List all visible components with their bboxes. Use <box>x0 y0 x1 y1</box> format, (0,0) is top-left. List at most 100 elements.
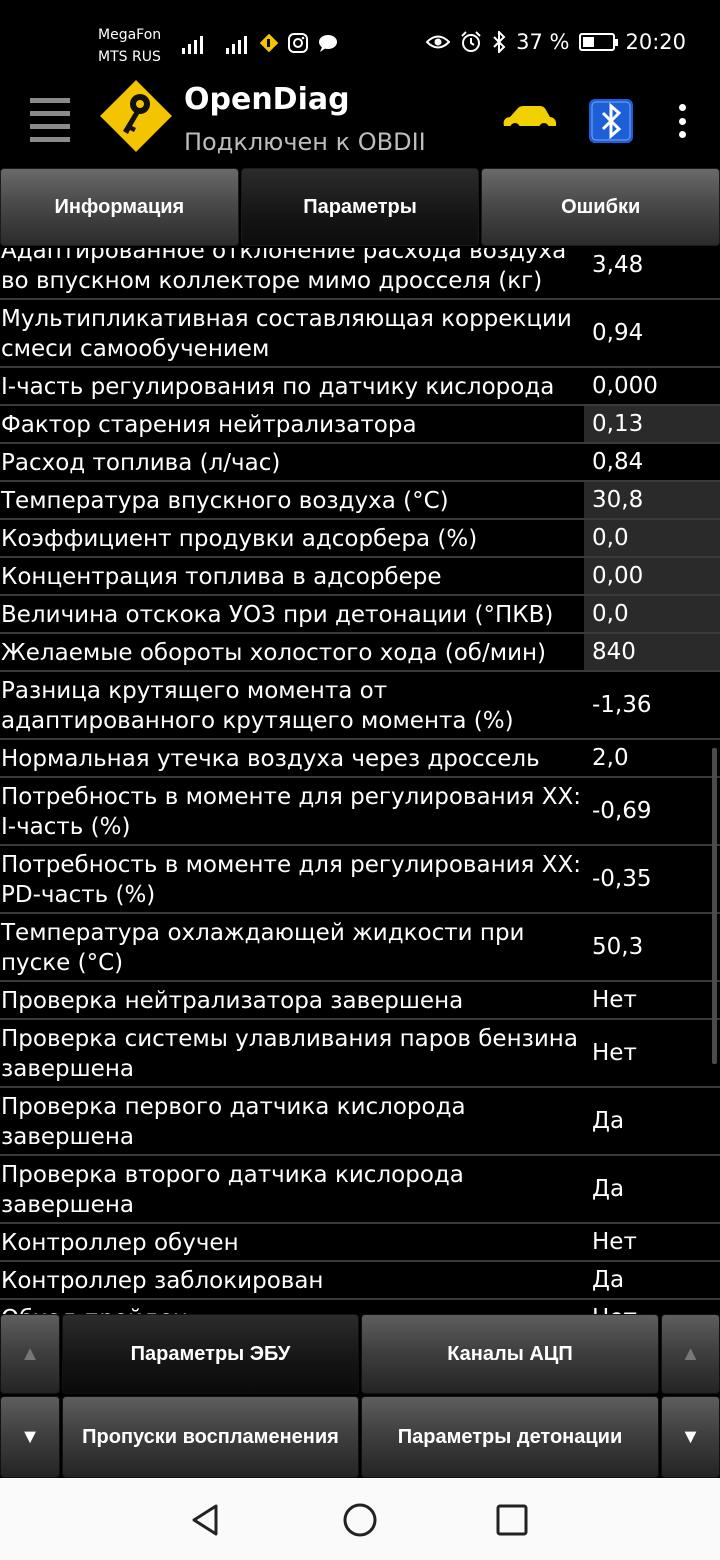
parameter-value: 0,0 <box>584 520 720 556</box>
home-icon[interactable] <box>342 1502 378 1538</box>
connection-status: Подключен к OBDII <box>184 128 426 156</box>
parameter-value: 0,000 <box>592 373 658 399</box>
table-row[interactable]: Температура охлаждающей жидкости при пус… <box>0 914 720 982</box>
parameter-value: 3,48 <box>592 252 644 278</box>
table-row[interactable]: Коэффициент продувки адсорбера (%) 0,0 <box>0 520 720 558</box>
tab-errors[interactable]: Ошибки <box>481 168 720 246</box>
parameter-name: Контроллер заблокирован <box>1 1268 324 1294</box>
table-row[interactable]: I-часть регулирования по датчику кислоро… <box>0 368 720 406</box>
app-title: OpenDiag <box>184 82 350 117</box>
table-row[interactable]: Фактор старения нейтрализатора 0,13 <box>0 406 720 444</box>
adc-channels-button[interactable]: Каналы АЦП <box>361 1314 659 1394</box>
parameter-name: Фактор старения нейтрализатора <box>1 412 417 438</box>
battery-fill <box>583 37 594 47</box>
table-row[interactable]: Контроллер обучен Нет <box>0 1224 720 1262</box>
menu-icon[interactable] <box>30 98 70 142</box>
parameter-value: -0,69 <box>592 798 652 824</box>
down-arrow-icon: ▼ <box>680 1425 701 1448</box>
parameter-value: 0,00 <box>584 558 720 594</box>
back-icon[interactable] <box>188 1502 224 1538</box>
parameter-value: 2,0 <box>592 745 629 771</box>
bluetooth-icon <box>493 31 506 53</box>
clock: 20:20 <box>625 30 686 54</box>
parameter-value: 0,94 <box>592 320 644 346</box>
parameter-list-content: Адаптированное отклонение расхода воздух… <box>0 248 720 1314</box>
chat-icon <box>319 35 337 52</box>
table-row[interactable]: Температура впускного воздуха (°C) 30,8 <box>0 482 720 520</box>
carrier-2: MTS RUS <box>98 49 161 65</box>
misfires-button[interactable]: Пропуски воспламенения <box>62 1396 359 1478</box>
parameter-list[interactable]: Адаптированное отклонение расхода воздух… <box>0 248 720 1314</box>
overflow-menu-icon[interactable] <box>676 104 688 138</box>
parameter-name: Проверка нейтрализатора завершена <box>1 988 464 1014</box>
parameter-value: 840 <box>584 634 720 670</box>
parameter-value: 30,8 <box>584 482 720 518</box>
parameter-value: Да <box>592 1108 625 1134</box>
parameter-name: Проверка первого датчика кислорода завер… <box>1 1094 466 1150</box>
parameter-value: Да <box>592 1176 625 1202</box>
instagram-icon <box>288 33 308 53</box>
recents-icon[interactable] <box>494 1502 530 1538</box>
parameter-value: Нет <box>592 987 637 1013</box>
down-arrow-icon: ▼ <box>20 1425 40 1448</box>
alarm-icon <box>461 31 481 52</box>
carrier-info: MegaFon MTS RUS <box>98 24 161 68</box>
table-row[interactable]: Потребность в моменте для регулирования … <box>0 846 720 914</box>
opendiag-logo <box>96 76 176 156</box>
scroll-up-left-button[interactable]: ▲ <box>0 1314 60 1394</box>
parameter-name: Обход пройден <box>0 1300 584 1314</box>
parameter-name: Потребность в моменте для регулирования … <box>1 784 581 840</box>
parameter-value: 0,13 <box>584 406 720 442</box>
table-row[interactable]: Мультипликативная составляющая коррекции… <box>0 300 720 368</box>
table-row[interactable]: Проверка первого датчика кислорода завер… <box>0 1088 720 1156</box>
table-row[interactable]: Проверка нейтрализатора завершена Нет <box>0 982 720 1020</box>
scrollbar[interactable] <box>712 748 717 1064</box>
bottom-buttons: ▲ Параметры ЭБУ Каналы АЦП ▲ ▼ Пропуски … <box>0 1314 720 1478</box>
signal-icon <box>226 32 247 54</box>
parameter-name: Мультипликативная составляющая коррекции… <box>1 306 572 362</box>
table-row[interactable]: Контроллер заблокирован Да <box>0 1262 720 1300</box>
table-row[interactable]: Нормальная утечка воздуха через дроссель… <box>0 740 720 778</box>
battery-percent: 37 % <box>516 30 570 54</box>
parameter-name: I-часть регулирования по датчику кислоро… <box>1 374 555 400</box>
parameter-name: Концентрация топлива в адсорбере <box>1 564 442 590</box>
ecu-params-button[interactable]: Параметры ЭБУ <box>62 1314 359 1394</box>
parameter-name: Контроллер обучен <box>1 1230 239 1256</box>
table-row[interactable]: Проверка второго датчика кислорода завер… <box>0 1156 720 1224</box>
parameter-value: Нет <box>592 1229 637 1255</box>
up-arrow-icon: ▲ <box>680 1342 701 1365</box>
scroll-down-left-button[interactable]: ▼ <box>0 1396 60 1478</box>
table-row[interactable]: Желаемые обороты холостого хода (об/мин)… <box>0 634 720 672</box>
parameter-value: -0,35 <box>592 866 652 892</box>
parameter-value: Нет <box>592 1040 637 1066</box>
table-row[interactable]: Разница крутящего момента от адаптирован… <box>0 672 720 740</box>
carrier-1: MegaFon <box>98 27 162 43</box>
table-row[interactable]: Адаптированное отклонение расхода воздух… <box>0 248 720 300</box>
parameter-name: Температура впускного воздуха (°C) <box>1 488 449 514</box>
status-right: 37 % 20:20 <box>426 30 686 54</box>
tab-info[interactable]: Информация <box>0 168 239 246</box>
parameter-name: Величина отскока УОЗ при детонации (°ПКВ… <box>1 602 554 628</box>
parameter-name: Разница крутящего момента от адаптирован… <box>1 678 514 734</box>
parameter-value: 0,84 <box>592 449 644 475</box>
table-row[interactable]: Обход пройденНет <box>0 1300 720 1314</box>
bluetooth-connection-icon[interactable] <box>588 98 634 144</box>
parameter-value: 0,0 <box>584 596 720 632</box>
main-tabs: Информация Параметры Ошибки <box>0 168 720 248</box>
scroll-up-right-button[interactable]: ▲ <box>661 1314 720 1394</box>
parameter-name: Желаемые обороты холостого хода (об/мин) <box>1 640 547 666</box>
table-row[interactable]: Расход топлива (л/час) 0,84 <box>0 444 720 482</box>
parameter-name: Нормальная утечка воздуха через дроссель <box>1 746 540 772</box>
battery-icon <box>579 33 619 51</box>
table-row[interactable]: Потребность в моменте для регулирования … <box>0 778 720 846</box>
tab-parameters[interactable]: Параметры <box>240 168 480 246</box>
table-row[interactable]: Концентрация топлива в адсорбере 0,00 <box>0 558 720 596</box>
parameter-name: Проверка второго датчика кислорода завер… <box>1 1162 464 1218</box>
parameter-name: Коэффициент продувки адсорбера (%) <box>1 526 478 552</box>
scroll-down-right-button[interactable]: ▼ <box>661 1396 720 1478</box>
table-row[interactable]: Величина отскока УОЗ при детонации (°ПКВ… <box>0 596 720 634</box>
app-notification-icon <box>258 32 280 54</box>
car-icon[interactable] <box>500 102 558 136</box>
knock-params-button[interactable]: Параметры детонации <box>361 1396 659 1478</box>
table-row[interactable]: Проверка системы улавливания паров бензи… <box>0 1020 720 1088</box>
